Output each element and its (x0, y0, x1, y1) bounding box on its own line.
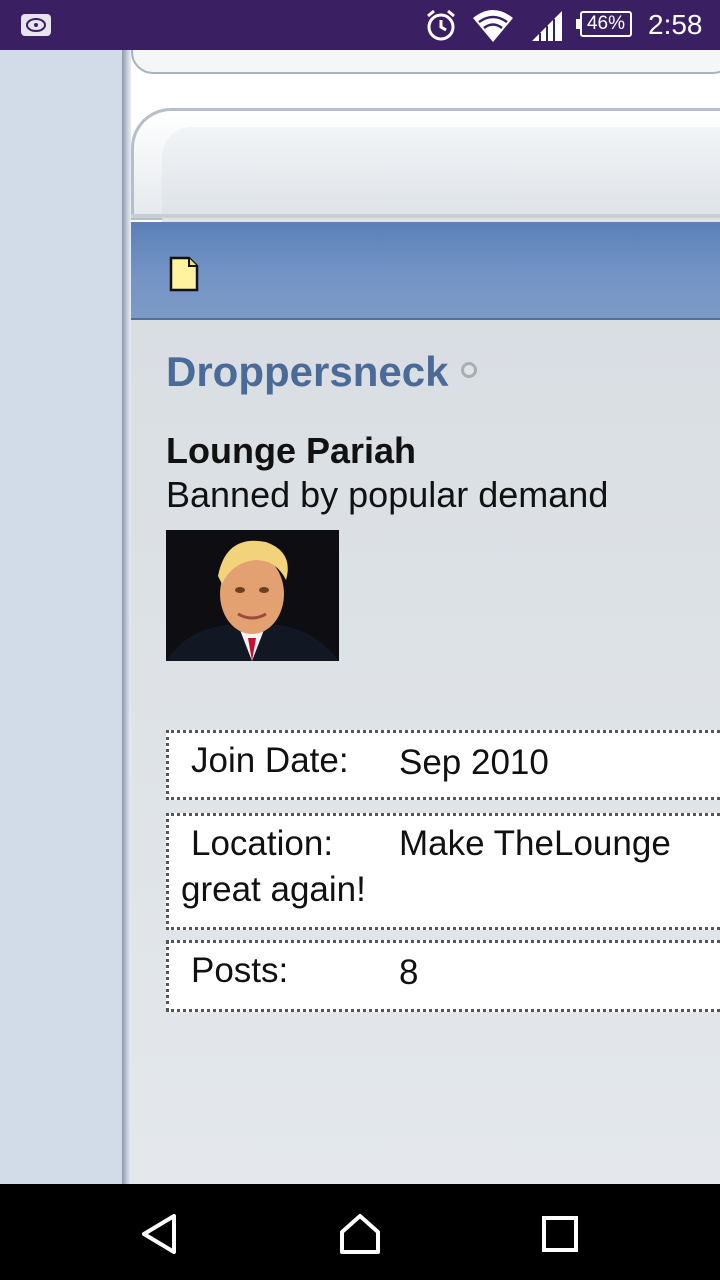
user-info-panel: Droppersneck Lounge Pariah Banned by pop… (131, 320, 720, 1184)
page-border (122, 50, 131, 1184)
user-avatar[interactable] (166, 530, 339, 661)
location-value-line1: Make TheLounge (399, 824, 671, 863)
notification-icon (21, 14, 51, 36)
post-title-bar (131, 222, 720, 320)
username-link[interactable]: Droppersneck (166, 348, 448, 396)
cell-signal-icon (532, 11, 562, 41)
post-header-inner (162, 127, 720, 237)
divider (131, 214, 720, 218)
avatar-portrait-image (166, 530, 339, 661)
location-row: Location: Make TheLounge great again! (166, 813, 720, 930)
clock-time: 2:58 (648, 9, 703, 40)
recents-icon[interactable] (538, 1212, 582, 1256)
join-date-label: Join Date: (191, 741, 349, 780)
location-value-line2: great again! (181, 870, 366, 909)
post-document-icon (169, 256, 199, 292)
posts-row: Posts: 8 (166, 940, 720, 1012)
battery-percent: 46% (586, 13, 626, 34)
user-title: Lounge Pariah (166, 430, 417, 471)
offline-status-icon (461, 362, 477, 378)
status-bar: 46% 2:58 (0, 0, 720, 50)
alarm-icon (427, 9, 455, 41)
user-subtitle: Banned by popular demand (166, 474, 609, 515)
back-icon[interactable] (138, 1212, 182, 1256)
navigation-bar (0, 1184, 720, 1280)
join-date-value: Sep 2010 (399, 743, 549, 782)
post-header-box (131, 108, 720, 237)
posts-label: Posts: (191, 951, 289, 990)
battery-icon: 46% (576, 11, 632, 37)
posts-value: 8 (399, 953, 419, 992)
wifi-icon (473, 10, 513, 42)
location-label: Location: (191, 824, 334, 863)
web-content[interactable]: Droppersneck Lounge Pariah Banned by pop… (0, 50, 720, 1184)
left-margin (0, 50, 122, 1184)
join-date-row: Join Date: Sep 2010 (166, 730, 720, 800)
forum-page: Droppersneck Lounge Pariah Banned by pop… (131, 50, 720, 1184)
previous-post-bottom (131, 50, 720, 74)
home-icon[interactable] (338, 1212, 382, 1256)
